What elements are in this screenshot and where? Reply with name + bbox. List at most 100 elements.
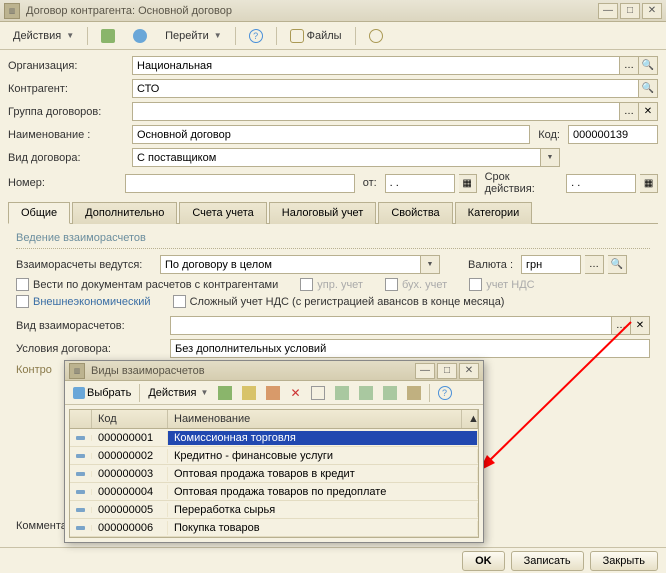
row-code: 000000004 — [92, 485, 168, 499]
calc-type-input[interactable] — [170, 316, 612, 335]
type-label: Вид договора: — [8, 152, 128, 164]
buh-checkbox[interactable]: бух. учет — [385, 278, 447, 291]
tab-tax[interactable]: Налоговый учет — [269, 202, 377, 224]
popup-minimize-button[interactable]: — — [415, 363, 435, 379]
ok-button[interactable]: OK — [462, 551, 505, 571]
type-dropdown[interactable]: ▼ — [541, 148, 560, 167]
popup-add-button[interactable] — [214, 384, 236, 402]
grid-row[interactable]: 000000006Покупка товаров — [70, 519, 478, 537]
group-select-button[interactable]: … — [620, 102, 639, 121]
popup-edit-button[interactable] — [262, 384, 284, 402]
grid-col-icon[interactable] — [70, 410, 92, 428]
popup-f4-button[interactable] — [379, 384, 401, 402]
maximize-button[interactable]: □ — [620, 3, 640, 19]
complex-checkbox[interactable]: Сложный учет НДС (с регистрацией авансов… — [173, 295, 505, 308]
org-select-button[interactable]: … — [620, 56, 639, 75]
grid-row[interactable]: 000000003Оптовая продажа товаров в креди… — [70, 465, 478, 483]
valid-calendar-button[interactable]: ▦ — [640, 174, 658, 193]
contragent-input[interactable]: СТО — [132, 79, 639, 98]
number-label: Номер: — [8, 177, 121, 189]
add-icon — [218, 386, 232, 400]
minimize-button[interactable]: — — [598, 3, 618, 19]
item-icon — [76, 454, 85, 458]
contragent-search-button[interactable]: 🔍 — [639, 79, 658, 98]
row-name: Кредитно - финансовые услуги — [168, 449, 478, 463]
tab-accounts[interactable]: Счета учета — [179, 202, 266, 224]
popup-close-button[interactable]: ✕ — [459, 363, 479, 379]
help-button[interactable]: ? — [242, 26, 270, 46]
grid-row[interactable]: 000000004Оптовая продажа товаров по пред… — [70, 483, 478, 501]
name-label: Наименование : — [8, 129, 128, 141]
popup-help-button[interactable]: ? — [434, 384, 456, 402]
row-code: 000000001 — [92, 431, 168, 445]
name-input[interactable]: Основной договор — [132, 125, 530, 144]
grid-row[interactable]: 000000001Комиссионная торговля — [70, 429, 478, 447]
currency-input[interactable]: грн — [521, 255, 581, 274]
org-search-button[interactable]: 🔍 — [639, 56, 658, 75]
popup-maximize-button[interactable]: □ — [437, 363, 457, 379]
code-input[interactable]: 000000139 — [568, 125, 658, 144]
popup-icon: ▥ — [69, 363, 85, 379]
docs-checkbox[interactable]: Вести по документам расчетов с контраген… — [16, 278, 278, 291]
from-input[interactable]: . . — [385, 174, 455, 193]
close-form-button[interactable]: Закрыть — [590, 551, 658, 571]
code-label: Код: — [534, 129, 564, 141]
row-name: Оптовая продажа товаров по предоплате — [168, 485, 478, 499]
cond-input[interactable]: Без дополнительных условий — [170, 339, 650, 358]
window-title: Договор контрагента: Основной договор — [26, 5, 596, 17]
popup-actions-menu[interactable]: Действия▼ — [144, 384, 212, 402]
from-calendar-button[interactable]: ▦ — [459, 174, 477, 193]
tab-general[interactable]: Общие — [8, 202, 70, 224]
group-input[interactable] — [132, 102, 620, 121]
valid-label: Срок действия: — [481, 171, 563, 195]
popup-f2-button[interactable] — [331, 384, 353, 402]
nds-checkbox[interactable]: учет НДС — [469, 278, 534, 291]
f5-icon — [407, 386, 421, 400]
toolbar-btn-1[interactable] — [94, 26, 122, 46]
history-button[interactable] — [362, 26, 390, 46]
calc-input[interactable]: По договору в целом — [160, 255, 421, 274]
grid-row[interactable]: 000000002Кредитно - финансовые услуги — [70, 447, 478, 465]
popup-copy-button[interactable] — [238, 384, 260, 402]
tab-additional[interactable]: Дополнительно — [72, 202, 177, 224]
org-input[interactable]: Национальная — [132, 56, 620, 75]
foreign-checkbox[interactable]: Внешнеэкономический — [16, 295, 151, 308]
type-input[interactable]: С поставщиком — [132, 148, 541, 167]
grid-col-name[interactable]: Наименование — [168, 410, 462, 428]
toolbar-btn-2[interactable] — [126, 26, 154, 46]
valid-input[interactable]: . . — [566, 174, 636, 193]
number-input[interactable] — [125, 174, 355, 193]
org-label: Организация: — [8, 60, 128, 72]
popup-filter1-button[interactable] — [307, 384, 329, 402]
tab-properties[interactable]: Свойства — [378, 202, 452, 224]
disk-icon — [101, 29, 115, 43]
row-name: Оптовая продажа товаров в кредит — [168, 467, 478, 481]
save-button[interactable]: Записать — [511, 551, 584, 571]
row-icon-cell — [70, 525, 92, 531]
currency-select-button[interactable]: … — [585, 255, 604, 274]
calc-type-select-button[interactable]: … — [612, 316, 631, 335]
refresh-icon — [133, 29, 147, 43]
currency-search-button[interactable]: 🔍 — [608, 255, 627, 274]
actions-menu[interactable]: Действия▼ — [6, 26, 81, 46]
close-button[interactable]: ✕ — [642, 3, 662, 19]
popup-delete-button[interactable]: ✕ — [286, 384, 304, 402]
main-titlebar: ▥ Договор контрагента: Основной договор … — [0, 0, 666, 22]
main-toolbar: Действия▼ Перейти▼ ? Файлы — [0, 22, 666, 50]
delete-icon: ✕ — [290, 386, 300, 400]
popup-f5-button[interactable] — [403, 384, 425, 402]
grid-row[interactable]: 000000005Переработка сырья — [70, 501, 478, 519]
tab-categories[interactable]: Категории — [455, 202, 533, 224]
upr-checkbox[interactable]: упр. учет — [300, 278, 363, 291]
group-clear-button[interactable]: ✕ — [639, 102, 658, 121]
calc-dropdown[interactable]: ▼ — [421, 255, 440, 274]
popup-f3-button[interactable] — [355, 384, 377, 402]
row-icon-cell — [70, 489, 92, 495]
calc-type-clear-button[interactable]: ✕ — [631, 316, 650, 335]
grid-col-code[interactable]: Код — [92, 410, 168, 428]
files-button[interactable]: Файлы — [283, 26, 349, 46]
popup-select-button[interactable]: Выбрать — [69, 384, 135, 402]
edit-icon — [266, 386, 280, 400]
section-settlements-title: Ведение взаиморасчетов — [16, 232, 650, 244]
goto-menu[interactable]: Перейти▼ — [158, 26, 229, 46]
